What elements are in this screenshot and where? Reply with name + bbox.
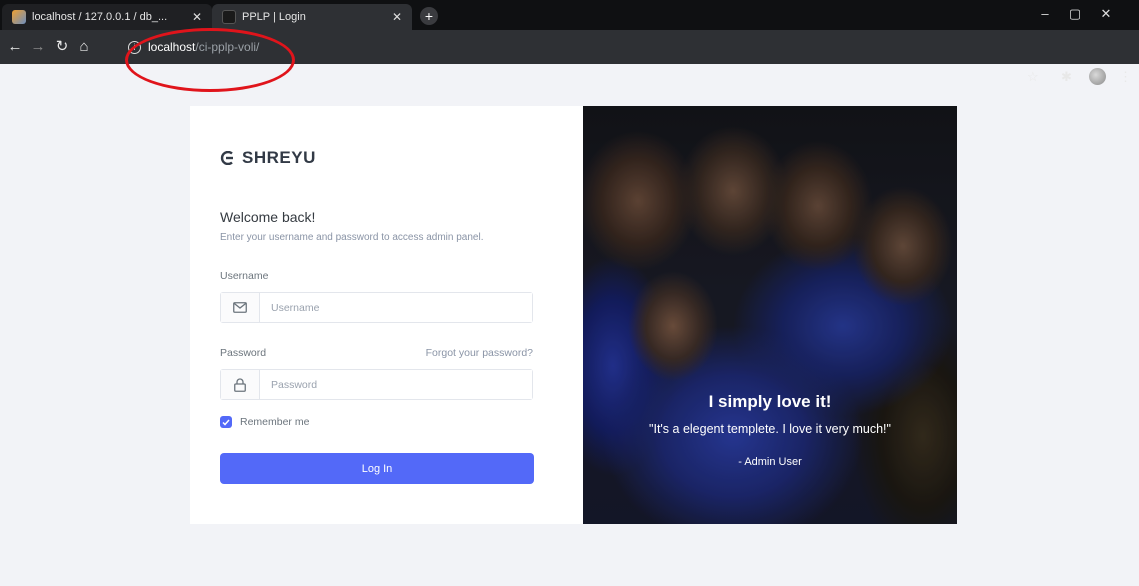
browser-tab-bar: localhost / 127.0.0.1 / db_... ✕ PPLP | … (0, 0, 1139, 30)
password-group (220, 369, 533, 400)
forward-icon[interactable]: → (29, 39, 47, 55)
testimonial-title: I simply love it! (708, 392, 832, 411)
close-tab-icon[interactable]: ✕ (188, 10, 206, 24)
bookmark-star-icon[interactable]: ☆ (1027, 69, 1039, 85)
remember-checkbox[interactable] (220, 416, 232, 428)
brand-name: SHREYU (242, 148, 316, 167)
home-icon[interactable]: ⌂ (75, 39, 93, 55)
mail-icon (221, 293, 260, 322)
username-group (220, 292, 533, 323)
menu-icon[interactable]: ⋮ (1119, 69, 1132, 85)
tab-title: PPLP | Login (242, 11, 306, 23)
red-annotation-circle (125, 28, 295, 92)
tab-phpmyadmin[interactable]: localhost / 127.0.0.1 / db_... ✕ (2, 4, 212, 30)
phpmyadmin-icon (12, 10, 26, 24)
back-icon[interactable]: ← (6, 39, 24, 55)
username-input[interactable] (260, 293, 532, 322)
forgot-password-link[interactable]: Forgot your password? (426, 347, 533, 359)
password-label: Password (220, 347, 267, 359)
extensions-icon[interactable]: ✱ (1061, 69, 1072, 85)
welcome-heading: Welcome back! (220, 209, 316, 225)
tab-title: localhost / 127.0.0.1 / db_... (32, 11, 168, 23)
tab-login[interactable]: PPLP | Login ✕ (212, 4, 412, 30)
testimonial-author: - Admin User (738, 456, 802, 468)
close-window-icon[interactable]: ✕ (1091, 6, 1121, 22)
remember-me[interactable]: Remember me (220, 416, 309, 428)
minimize-icon[interactable]: – (1030, 6, 1060, 21)
reload-icon[interactable]: ↻ (53, 39, 71, 55)
brand-logo[interactable]: SHREYU (220, 148, 316, 168)
hero-image-panel: I simply love it! "It's a elegent temple… (583, 106, 957, 524)
profile-avatar[interactable] (1089, 68, 1106, 85)
remember-label: Remember me (240, 416, 310, 428)
testimonial-quote: "It's a elegent templete. I love it very… (649, 422, 891, 436)
page-favicon-icon (222, 10, 236, 24)
welcome-subtitle: Enter your username and password to acce… (220, 232, 484, 243)
maximize-icon[interactable]: ▢ (1060, 6, 1090, 22)
login-card: SHREYU Welcome back! Enter your username… (190, 106, 583, 524)
logo-icon (220, 151, 233, 165)
username-label: Username (220, 270, 269, 282)
new-tab-icon[interactable]: + (420, 7, 438, 25)
login-button[interactable]: Log In (220, 453, 534, 484)
lock-icon (221, 370, 260, 399)
password-input[interactable] (260, 370, 532, 399)
close-tab-icon[interactable]: ✕ (388, 10, 406, 24)
